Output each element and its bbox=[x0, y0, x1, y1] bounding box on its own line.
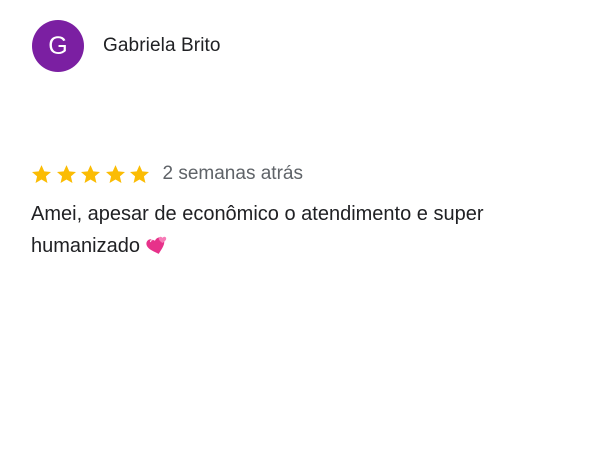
review-card: G Gabriela Brito 2 semanas atrás Amei, a… bbox=[0, 0, 600, 460]
star-icon bbox=[130, 165, 149, 184]
star-rating bbox=[30, 163, 153, 185]
avatar[interactable]: G bbox=[32, 20, 84, 72]
avatar-initial: G bbox=[48, 31, 68, 60]
review-date: 2 semanas atrás bbox=[162, 163, 303, 184]
star-icon bbox=[56, 165, 76, 184]
two-hearts-icon bbox=[146, 236, 167, 254]
review-body: Amei, apesar de econômico o atendimento … bbox=[31, 203, 484, 257]
star-icon bbox=[81, 165, 100, 184]
author-name[interactable]: Gabriela Brito bbox=[103, 35, 221, 57]
rating-row: 2 semanas atrás bbox=[30, 160, 303, 188]
star-icon bbox=[32, 165, 51, 184]
star-icon bbox=[105, 165, 125, 184]
review-text: Amei, apesar de econômico o atendimento … bbox=[31, 198, 571, 262]
review-header: G Gabriela Brito bbox=[32, 20, 221, 72]
